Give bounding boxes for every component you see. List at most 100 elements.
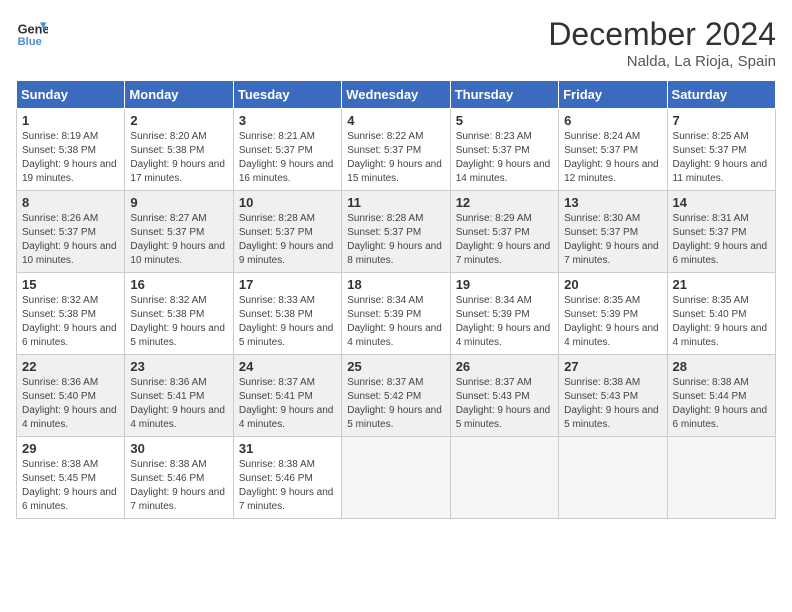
day-info: Sunrise: 8:34 AM Sunset: 5:39 PM Dayligh… bbox=[456, 294, 553, 350]
day-number: 7 bbox=[673, 113, 770, 128]
day-cell-23: 23 Sunrise: 8:36 AM Sunset: 5:41 PM Dayl… bbox=[125, 355, 233, 437]
empty-cell bbox=[342, 437, 450, 519]
day-cell-12: 12 Sunrise: 8:29 AM Sunset: 5:37 PM Dayl… bbox=[450, 191, 558, 273]
day-info: Sunrise: 8:20 AM Sunset: 5:38 PM Dayligh… bbox=[130, 130, 227, 186]
day-cell-1: 1 Sunrise: 8:19 AM Sunset: 5:38 PM Dayli… bbox=[17, 109, 125, 191]
day-number: 20 bbox=[564, 277, 661, 292]
day-info: Sunrise: 8:37 AM Sunset: 5:41 PM Dayligh… bbox=[239, 376, 336, 432]
day-cell-15: 15 Sunrise: 8:32 AM Sunset: 5:38 PM Dayl… bbox=[17, 273, 125, 355]
day-info: Sunrise: 8:22 AM Sunset: 5:37 PM Dayligh… bbox=[347, 130, 444, 186]
day-info: Sunrise: 8:33 AM Sunset: 5:38 PM Dayligh… bbox=[239, 294, 336, 350]
day-cell-14: 14 Sunrise: 8:31 AM Sunset: 5:37 PM Dayl… bbox=[667, 191, 775, 273]
day-info: Sunrise: 8:38 AM Sunset: 5:43 PM Dayligh… bbox=[564, 376, 661, 432]
day-cell-27: 27 Sunrise: 8:38 AM Sunset: 5:43 PM Dayl… bbox=[559, 355, 667, 437]
calendar-week-4: 22 Sunrise: 8:36 AM Sunset: 5:40 PM Dayl… bbox=[17, 355, 776, 437]
day-number: 14 bbox=[673, 195, 770, 210]
day-cell-13: 13 Sunrise: 8:30 AM Sunset: 5:37 PM Dayl… bbox=[559, 191, 667, 273]
weekday-header-thursday: Thursday bbox=[450, 81, 558, 109]
weekday-header-saturday: Saturday bbox=[667, 81, 775, 109]
weekday-header-sunday: Sunday bbox=[17, 81, 125, 109]
day-cell-7: 7 Sunrise: 8:25 AM Sunset: 5:37 PM Dayli… bbox=[667, 109, 775, 191]
day-cell-3: 3 Sunrise: 8:21 AM Sunset: 5:37 PM Dayli… bbox=[233, 109, 341, 191]
day-cell-11: 11 Sunrise: 8:28 AM Sunset: 5:37 PM Dayl… bbox=[342, 191, 450, 273]
day-number: 24 bbox=[239, 359, 336, 374]
day-info: Sunrise: 8:28 AM Sunset: 5:37 PM Dayligh… bbox=[239, 212, 336, 268]
weekday-header-friday: Friday bbox=[559, 81, 667, 109]
logo-icon: General Blue bbox=[16, 16, 48, 48]
day-info: Sunrise: 8:28 AM Sunset: 5:37 PM Dayligh… bbox=[347, 212, 444, 268]
day-cell-22: 22 Sunrise: 8:36 AM Sunset: 5:40 PM Dayl… bbox=[17, 355, 125, 437]
day-number: 23 bbox=[130, 359, 227, 374]
day-number: 13 bbox=[564, 195, 661, 210]
day-number: 19 bbox=[456, 277, 553, 292]
day-number: 11 bbox=[347, 195, 444, 210]
day-info: Sunrise: 8:38 AM Sunset: 5:45 PM Dayligh… bbox=[22, 458, 119, 514]
day-cell-31: 31 Sunrise: 8:38 AM Sunset: 5:46 PM Dayl… bbox=[233, 437, 341, 519]
day-number: 22 bbox=[22, 359, 119, 374]
day-number: 6 bbox=[564, 113, 661, 128]
calendar-week-1: 1 Sunrise: 8:19 AM Sunset: 5:38 PM Dayli… bbox=[17, 109, 776, 191]
calendar-table: SundayMondayTuesdayWednesdayThursdayFrid… bbox=[16, 80, 776, 519]
day-cell-17: 17 Sunrise: 8:33 AM Sunset: 5:38 PM Dayl… bbox=[233, 273, 341, 355]
day-info: Sunrise: 8:27 AM Sunset: 5:37 PM Dayligh… bbox=[130, 212, 227, 268]
day-info: Sunrise: 8:36 AM Sunset: 5:41 PM Dayligh… bbox=[130, 376, 227, 432]
day-cell-19: 19 Sunrise: 8:34 AM Sunset: 5:39 PM Dayl… bbox=[450, 273, 558, 355]
day-number: 1 bbox=[22, 113, 119, 128]
day-number: 27 bbox=[564, 359, 661, 374]
day-cell-30: 30 Sunrise: 8:38 AM Sunset: 5:46 PM Dayl… bbox=[125, 437, 233, 519]
weekday-header-row: SundayMondayTuesdayWednesdayThursdayFrid… bbox=[17, 81, 776, 109]
location: Nalda, La Rioja, Spain bbox=[548, 53, 776, 70]
day-info: Sunrise: 8:23 AM Sunset: 5:37 PM Dayligh… bbox=[456, 130, 553, 186]
day-info: Sunrise: 8:38 AM Sunset: 5:44 PM Dayligh… bbox=[673, 376, 770, 432]
empty-cell bbox=[559, 437, 667, 519]
day-cell-2: 2 Sunrise: 8:20 AM Sunset: 5:38 PM Dayli… bbox=[125, 109, 233, 191]
month-title: December 2024 bbox=[548, 16, 776, 53]
day-cell-18: 18 Sunrise: 8:34 AM Sunset: 5:39 PM Dayl… bbox=[342, 273, 450, 355]
day-number: 26 bbox=[456, 359, 553, 374]
day-cell-4: 4 Sunrise: 8:22 AM Sunset: 5:37 PM Dayli… bbox=[342, 109, 450, 191]
day-cell-25: 25 Sunrise: 8:37 AM Sunset: 5:42 PM Dayl… bbox=[342, 355, 450, 437]
day-number: 5 bbox=[456, 113, 553, 128]
day-cell-8: 8 Sunrise: 8:26 AM Sunset: 5:37 PM Dayli… bbox=[17, 191, 125, 273]
day-cell-21: 21 Sunrise: 8:35 AM Sunset: 5:40 PM Dayl… bbox=[667, 273, 775, 355]
day-number: 25 bbox=[347, 359, 444, 374]
day-info: Sunrise: 8:32 AM Sunset: 5:38 PM Dayligh… bbox=[130, 294, 227, 350]
day-info: Sunrise: 8:36 AM Sunset: 5:40 PM Dayligh… bbox=[22, 376, 119, 432]
day-info: Sunrise: 8:37 AM Sunset: 5:43 PM Dayligh… bbox=[456, 376, 553, 432]
day-number: 29 bbox=[22, 441, 119, 456]
day-info: Sunrise: 8:25 AM Sunset: 5:37 PM Dayligh… bbox=[673, 130, 770, 186]
day-cell-5: 5 Sunrise: 8:23 AM Sunset: 5:37 PM Dayli… bbox=[450, 109, 558, 191]
day-info: Sunrise: 8:19 AM Sunset: 5:38 PM Dayligh… bbox=[22, 130, 119, 186]
empty-cell bbox=[450, 437, 558, 519]
day-cell-20: 20 Sunrise: 8:35 AM Sunset: 5:39 PM Dayl… bbox=[559, 273, 667, 355]
day-number: 12 bbox=[456, 195, 553, 210]
day-info: Sunrise: 8:32 AM Sunset: 5:38 PM Dayligh… bbox=[22, 294, 119, 350]
day-number: 17 bbox=[239, 277, 336, 292]
day-info: Sunrise: 8:21 AM Sunset: 5:37 PM Dayligh… bbox=[239, 130, 336, 186]
day-info: Sunrise: 8:34 AM Sunset: 5:39 PM Dayligh… bbox=[347, 294, 444, 350]
day-info: Sunrise: 8:26 AM Sunset: 5:37 PM Dayligh… bbox=[22, 212, 119, 268]
day-info: Sunrise: 8:24 AM Sunset: 5:37 PM Dayligh… bbox=[564, 130, 661, 186]
day-cell-24: 24 Sunrise: 8:37 AM Sunset: 5:41 PM Dayl… bbox=[233, 355, 341, 437]
day-number: 10 bbox=[239, 195, 336, 210]
weekday-header-monday: Monday bbox=[125, 81, 233, 109]
page-header: General Blue December 2024 Nalda, La Rio… bbox=[16, 16, 776, 70]
day-cell-26: 26 Sunrise: 8:37 AM Sunset: 5:43 PM Dayl… bbox=[450, 355, 558, 437]
day-number: 4 bbox=[347, 113, 444, 128]
day-info: Sunrise: 8:38 AM Sunset: 5:46 PM Dayligh… bbox=[130, 458, 227, 514]
day-cell-10: 10 Sunrise: 8:28 AM Sunset: 5:37 PM Dayl… bbox=[233, 191, 341, 273]
title-block: December 2024 Nalda, La Rioja, Spain bbox=[548, 16, 776, 70]
day-info: Sunrise: 8:35 AM Sunset: 5:40 PM Dayligh… bbox=[673, 294, 770, 350]
calendar-week-3: 15 Sunrise: 8:32 AM Sunset: 5:38 PM Dayl… bbox=[17, 273, 776, 355]
day-info: Sunrise: 8:35 AM Sunset: 5:39 PM Dayligh… bbox=[564, 294, 661, 350]
day-number: 8 bbox=[22, 195, 119, 210]
day-number: 9 bbox=[130, 195, 227, 210]
day-number: 30 bbox=[130, 441, 227, 456]
day-cell-28: 28 Sunrise: 8:38 AM Sunset: 5:44 PM Dayl… bbox=[667, 355, 775, 437]
weekday-header-tuesday: Tuesday bbox=[233, 81, 341, 109]
day-number: 21 bbox=[673, 277, 770, 292]
day-number: 18 bbox=[347, 277, 444, 292]
day-info: Sunrise: 8:29 AM Sunset: 5:37 PM Dayligh… bbox=[456, 212, 553, 268]
logo: General Blue bbox=[16, 16, 48, 48]
day-number: 15 bbox=[22, 277, 119, 292]
